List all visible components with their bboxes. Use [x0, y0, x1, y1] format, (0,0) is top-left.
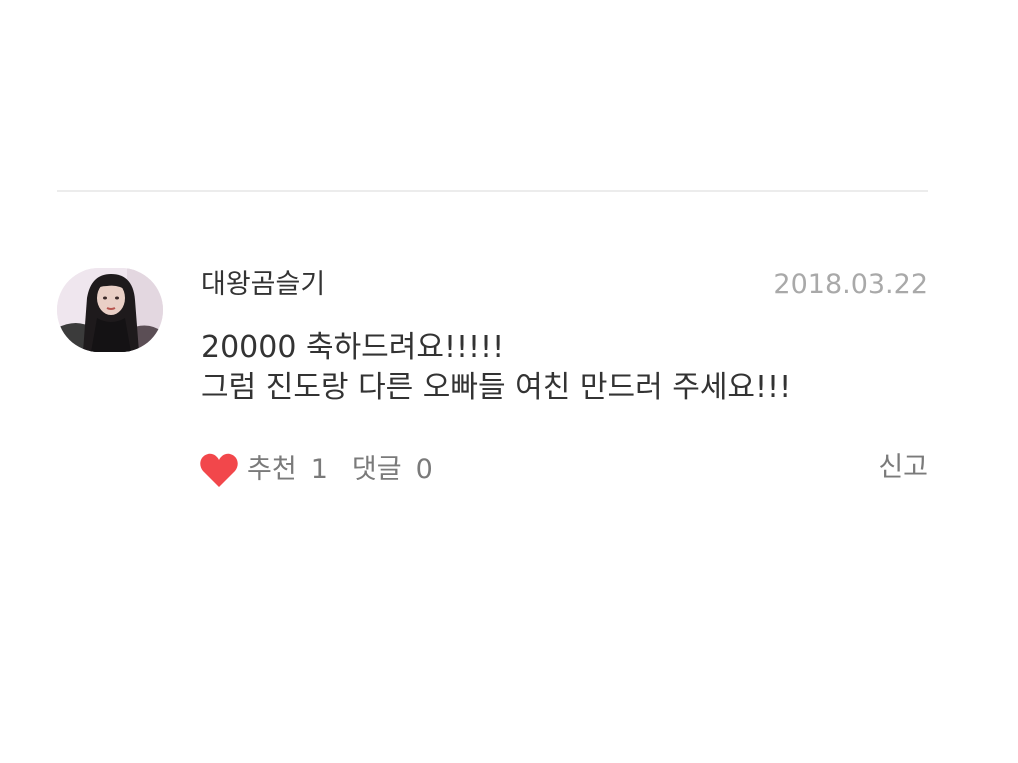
comment-actions: 추천 1 댓글 0 — [199, 450, 433, 490]
top-divider — [57, 190, 928, 192]
reply-button[interactable]: 댓글 0 — [352, 452, 433, 488]
reply-count: 0 — [415, 454, 433, 485]
avatar[interactable] — [57, 268, 163, 352]
comment-body-line: 그럼 진도랑 다른 오빠들 여친 만드러 주세요!!! — [201, 370, 792, 405]
comment-body-line: 20000 축하드려요!!!!! — [201, 330, 505, 365]
recommend-label[interactable]: 추천 — [247, 452, 297, 488]
comment-date: 2018.03.22 — [773, 269, 928, 300]
heart-icon[interactable] — [199, 452, 239, 488]
comment-item: 대왕곰슬기 2018.03.22 20000 축하드려요!!!!! 그럼 진도랑… — [57, 268, 928, 498]
username[interactable]: 대왕곰슬기 — [201, 268, 325, 302]
recommend-count: 1 — [310, 454, 328, 485]
report-button[interactable]: 신고 — [878, 450, 928, 486]
comment-body: 20000 축하드려요!!!!! 그럼 진도랑 다른 오빠들 여친 만드러 주세… — [201, 328, 901, 408]
reply-label[interactable]: 댓글 — [352, 452, 402, 488]
